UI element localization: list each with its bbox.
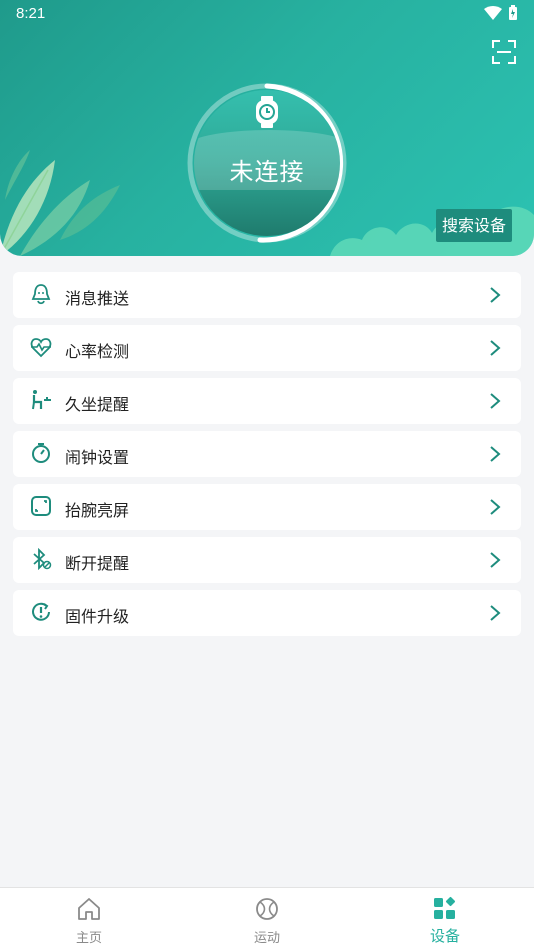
- menu-item-label: 久坐提醒: [65, 395, 130, 414]
- heart-rate-icon: [30, 338, 52, 358]
- wifi-icon: [484, 6, 502, 20]
- chevron-right-icon: [490, 446, 501, 462]
- header-banner: 8:21 未连接 搜索设备: [0, 0, 534, 256]
- battery-icon: [509, 5, 517, 20]
- chevron-right-icon: [490, 552, 501, 568]
- connection-status: 未连接: [229, 158, 305, 186]
- device-grid-icon: [434, 896, 456, 919]
- menu-item-label: 心率检测: [65, 342, 130, 361]
- tab-sports[interactable]: 运动: [178, 888, 356, 950]
- menu-item-raise-to-wake[interactable]: 抬腕亮屏: [13, 484, 521, 530]
- status-bar: 8:21: [0, 0, 534, 28]
- home-icon: [78, 898, 100, 920]
- menu-item-heart-rate[interactable]: 心率检测: [13, 325, 521, 371]
- sedentary-icon: [32, 390, 51, 410]
- menu-item-alarm-settings[interactable]: 闹钟设置: [13, 431, 521, 477]
- chevron-right-icon: [490, 340, 501, 356]
- connection-ring[interactable]: 未连接: [186, 82, 348, 244]
- ball-icon: [256, 898, 278, 920]
- tab-home[interactable]: 主页: [0, 888, 178, 950]
- status-time: 8:21: [16, 5, 46, 22]
- firmware-icon: [32, 602, 50, 621]
- settings-menu: 消息推送 心率检测 久坐提醒 闹钟设置 抬腕亮屏 断开提醒 固件升级: [13, 272, 521, 643]
- menu-item-label: 消息推送: [65, 289, 130, 308]
- menu-item-label: 闹钟设置: [65, 448, 130, 467]
- watch-icon: [256, 96, 278, 128]
- tab-label: 设备: [429, 927, 460, 945]
- menu-item-firmware-upgrade[interactable]: 固件升级: [13, 590, 521, 636]
- search-device-button[interactable]: 搜索设备: [435, 209, 512, 242]
- menu-item-disconnect-reminder[interactable]: 断开提醒: [13, 537, 521, 583]
- stopwatch-icon: [32, 443, 50, 463]
- tab-label: 主页: [75, 931, 102, 946]
- chevron-right-icon: [490, 605, 501, 621]
- chevron-right-icon: [490, 499, 501, 515]
- tab-label: 运动: [253, 931, 280, 946]
- bottom-tab-bar: 主页 运动 设备: [0, 887, 534, 950]
- bell-icon: [31, 284, 51, 305]
- menu-item-sedentary-reminder[interactable]: 久坐提醒: [13, 378, 521, 424]
- menu-item-label: 断开提醒: [65, 554, 130, 573]
- leaves-decoration: [0, 150, 120, 256]
- menu-item-label: 抬腕亮屏: [65, 501, 130, 520]
- menu-item-label: 固件升级: [65, 607, 130, 626]
- chevron-right-icon: [490, 287, 501, 303]
- tab-device[interactable]: 设备: [356, 888, 534, 950]
- bluetooth-icon: [33, 548, 52, 570]
- scan-icon[interactable]: [492, 40, 516, 64]
- menu-item-message-push[interactable]: 消息推送: [13, 272, 521, 318]
- chevron-right-icon: [490, 393, 501, 409]
- screen-wake-icon: [31, 496, 51, 516]
